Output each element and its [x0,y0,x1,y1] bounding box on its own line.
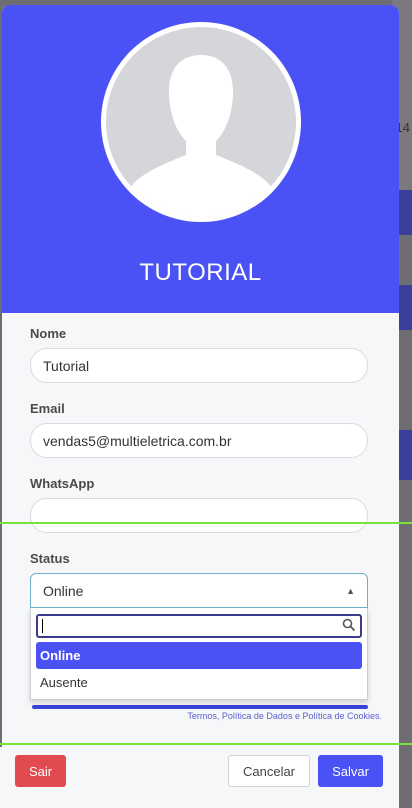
whatsapp-label: WhatsApp [30,476,95,491]
select-underline [32,705,368,709]
text-caret [42,619,43,633]
cancel-button[interactable]: Cancelar [228,755,310,787]
dropdown-option-ausente[interactable]: Ausente [36,669,362,696]
save-button[interactable]: Salvar [318,755,383,787]
profile-form: Nome Tutorial Email vendas5@multieletric… [30,326,368,573]
profile-title: TUTORIAL [139,259,262,286]
email-field[interactable]: vendas5@multieletrica.com.br [30,423,368,458]
profile-header: TUTORIAL [2,5,399,313]
status-label: Status [30,551,70,566]
status-select[interactable]: Online ▲ [30,573,368,608]
chevron-up-icon: ▲ [346,585,355,596]
modal-footer: Sair Cancelar Salvar [0,747,399,808]
status-select-value: Online [43,582,84,599]
avatar[interactable] [101,22,301,222]
email-label: Email [30,401,65,416]
person-silhouette-icon [106,27,296,217]
dropdown-search-input[interactable] [36,614,362,638]
status-dropdown: Online Ausente [30,608,368,700]
nome-field[interactable]: Tutorial [30,348,368,383]
nome-label: Nome [30,326,67,341]
whatsapp-field[interactable] [30,498,368,533]
green-guide-line [0,522,412,524]
dropdown-option-online[interactable]: Online [36,642,362,669]
logout-button[interactable]: Sair [15,755,66,787]
search-icon [342,618,356,637]
green-guide-line [0,743,412,745]
terms-link[interactable]: Termos, Política de Dados e Política de … [187,711,382,721]
